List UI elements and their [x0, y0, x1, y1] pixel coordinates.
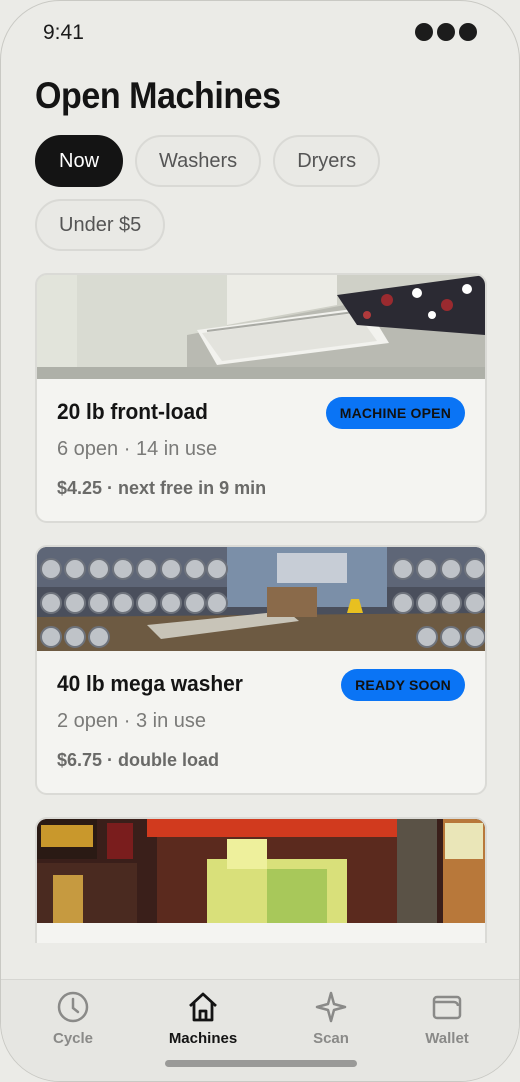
wallet-icon	[392, 990, 502, 1024]
machine-name: 20 lb front-load	[57, 399, 208, 424]
machine-card[interactable]: 40 lb mega washer READY SOON 2 open · 3 …	[35, 545, 487, 795]
machine-card[interactable]: 20 lb front-load MACHINE OPEN 6 open · 1…	[35, 273, 487, 523]
filter-chip-now[interactable]: Now	[35, 135, 124, 187]
filter-chip-washers[interactable]: Washers	[135, 135, 262, 187]
home-indicator[interactable]	[165, 1060, 357, 1067]
machine-photo	[37, 819, 485, 923]
status-indicators-icon	[415, 23, 477, 41]
machine-availability: 6 open · 14 in use	[57, 438, 218, 460]
status-time: 9:41	[43, 21, 84, 44]
tab-wallet-label: Wallet	[425, 1030, 469, 1047]
filter-chip-dryers[interactable]: Dryers	[273, 135, 381, 187]
machine-photo	[37, 547, 485, 651]
tab-wallet[interactable]: Wallet	[392, 990, 502, 1054]
tab-machines-label: Machines	[168, 1030, 238, 1047]
machine-list: 20 lb front-load MACHINE OPEN 6 open · 1…	[35, 273, 487, 943]
tab-scan-label: Scan	[313, 1030, 349, 1047]
machine-card[interactable]	[35, 817, 487, 943]
tab-bar: Cycle Machines Scan Wallet	[1, 979, 519, 1081]
machine-price: $4.25 · next free in 9 min	[57, 478, 267, 498]
status-badge: MACHINE OPEN	[325, 397, 465, 429]
tab-machines[interactable]: Machines	[148, 990, 258, 1054]
tab-cycle[interactable]: Cycle	[18, 990, 128, 1054]
tab-cycle-label: Cycle	[52, 1030, 94, 1047]
tab-scan[interactable]: Scan	[276, 990, 386, 1054]
machine-price: $6.75 · double load	[57, 750, 220, 770]
home-icon	[148, 990, 258, 1024]
status-bar: 9:41	[1, 1, 519, 63]
phone-screen: 9:41 Open Machines Now Washers Dryers Un…	[0, 0, 520, 1082]
sparkle-icon	[276, 990, 386, 1024]
filter-chips: Now Washers Dryers Under $5	[35, 135, 485, 251]
page-title: Open Machines	[35, 75, 281, 116]
machine-name: 40 lb mega washer	[57, 671, 243, 696]
machine-availability: 2 open · 3 in use	[57, 710, 206, 732]
filter-chip-under-5[interactable]: Under $5	[35, 199, 166, 251]
machine-photo	[37, 275, 485, 379]
clock-icon	[18, 990, 128, 1024]
status-badge: READY SOON	[341, 669, 465, 701]
